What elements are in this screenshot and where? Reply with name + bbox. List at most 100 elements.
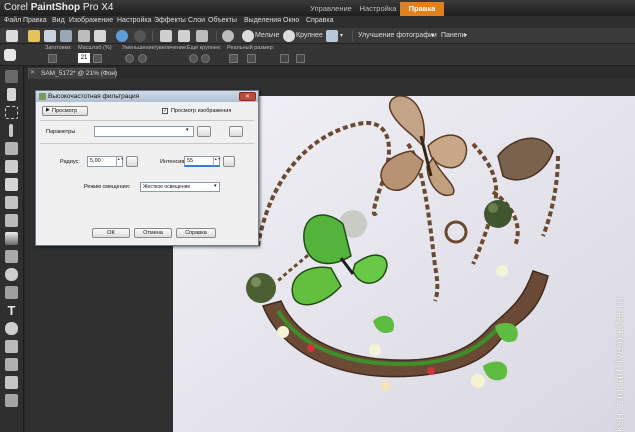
pick-tool-icon[interactable] — [7, 88, 16, 101]
scale-label: Масштаб (%) — [78, 45, 112, 51]
move-icon[interactable] — [280, 54, 289, 63]
intensity-slider-icon[interactable] — [223, 156, 235, 167]
help-button[interactable]: Справка — [176, 228, 216, 238]
blend-mode-dropdown[interactable]: Жесткое освещение — [140, 182, 220, 192]
scale-input[interactable]: 21 — [78, 53, 90, 63]
cancel-button[interactable]: Отмена — [134, 228, 172, 238]
chevron-down-icon[interactable]: ▾ — [464, 32, 467, 39]
chevron-down-icon[interactable]: ▾ — [431, 32, 434, 39]
zoom-in-small-icon[interactable] — [138, 54, 147, 63]
rotate-icon[interactable] — [196, 30, 208, 42]
actual-size-label: Реальный размер: — [227, 45, 275, 51]
dialog-divider — [40, 143, 254, 144]
dialog-title-bar[interactable]: Высокочастотная фильтрация — [36, 91, 258, 102]
document-close-icon[interactable]: ✕ — [30, 70, 36, 76]
picture-tube-icon[interactable] — [5, 394, 18, 407]
shape-tool-icon[interactable] — [5, 322, 18, 335]
warp-tool-icon[interactable] — [5, 250, 18, 263]
save-preset-icon[interactable] — [197, 126, 211, 137]
document-tab[interactable]: SAM_5172* @ 21% (Фон) — [28, 68, 118, 79]
pen-tool-icon[interactable] — [5, 340, 18, 353]
menu-help[interactable]: Справка — [306, 17, 333, 24]
print-icon[interactable] — [60, 30, 72, 42]
info-icon[interactable] — [222, 30, 234, 42]
menu-image[interactable]: Изображение — [69, 17, 113, 24]
menu-view[interactable]: Вид — [52, 17, 65, 24]
menu-window[interactable]: Окно — [283, 17, 299, 24]
crop-icon[interactable] — [160, 30, 172, 42]
gradient-tool-icon[interactable] — [5, 232, 18, 245]
pan-tool-icon[interactable] — [5, 70, 18, 83]
dropper-tool-icon[interactable] — [9, 124, 13, 137]
menu-objects[interactable]: Объекты — [208, 17, 237, 24]
zoom-out-icon[interactable] — [242, 30, 254, 42]
dialog-close-button[interactable]: ✕ — [239, 92, 256, 101]
tab-edit[interactable]: Правка — [400, 2, 444, 16]
menu-adjust[interactable]: Настройка — [117, 17, 151, 24]
screen-icon[interactable] — [326, 30, 338, 42]
fill-tool-icon[interactable] — [5, 286, 18, 299]
open-folder-icon[interactable] — [28, 30, 40, 42]
watermark-text: ksu-handart.livemaster.ru — [612, 297, 626, 432]
radius-label: Радиус: — [60, 159, 80, 165]
menu-file[interactable]: Файл — [4, 17, 21, 24]
document-tab-label: SAM_5172* @ 21% (Фон) — [41, 70, 118, 77]
fit-window-icon[interactable] — [247, 54, 256, 63]
chevron-down-icon[interactable]: ▾ — [340, 32, 343, 39]
presets-dropdown[interactable] — [48, 54, 57, 63]
larger-label: Еще крупнее: — [187, 45, 222, 51]
straighten-tool-icon[interactable] — [5, 160, 18, 173]
undo-icon[interactable] — [116, 30, 128, 42]
copy-icon[interactable] — [78, 30, 90, 42]
preview-image-checkbox[interactable]: ✓ — [162, 108, 168, 114]
panels-menu[interactable]: Панели — [441, 32, 465, 39]
high-pass-filter-dialog: Высокочастотная фильтрация ✕ Просмотр ▶ … — [35, 90, 259, 246]
clone-tool-icon[interactable] — [5, 196, 18, 209]
radius-slider-icon[interactable] — [126, 156, 138, 167]
menu-selections[interactable]: Выделения — [244, 17, 281, 24]
text-tool-icon[interactable]: T — [5, 304, 18, 317]
tab-manage[interactable]: Управление — [306, 2, 356, 16]
zoom-more-out-icon[interactable] — [189, 54, 198, 63]
menu-layers[interactable]: Слои — [188, 17, 205, 24]
red-eye-tool-icon[interactable] — [5, 178, 18, 191]
eraser-tool-icon[interactable] — [5, 376, 18, 389]
zoom-in-icon[interactable] — [283, 30, 295, 42]
crop-tool-icon[interactable] — [5, 142, 18, 155]
resize-icon[interactable] — [178, 30, 190, 42]
zoom-more-in-icon[interactable] — [201, 54, 210, 63]
chevron-down-icon[interactable]: ▾ — [214, 183, 217, 189]
chevron-down-icon[interactable]: ▾ — [186, 127, 189, 133]
selection-tool-icon[interactable] — [5, 106, 18, 119]
preview-image-label: Просмотр изображения — [171, 108, 232, 114]
lighten-tool-icon[interactable] — [5, 268, 18, 281]
tab-adjust[interactable]: Настройка — [356, 2, 400, 16]
redo-icon[interactable] — [134, 30, 146, 42]
dialog-divider — [40, 120, 254, 121]
params-dropdown[interactable] — [94, 126, 194, 137]
grid-icon[interactable] — [296, 54, 305, 63]
dialog-title: Высокочастотная фильтрация — [48, 93, 140, 100]
intensity-spinner[interactable]: ▲▼ — [213, 157, 221, 166]
reset-preset-icon[interactable] — [229, 126, 243, 137]
brush-tool-icon[interactable] — [5, 214, 18, 227]
menu-edit[interactable]: Правка — [23, 17, 47, 24]
paste-icon[interactable] — [94, 30, 106, 42]
logo-name: PaintShop — [30, 2, 81, 13]
new-file-icon[interactable] — [6, 30, 18, 42]
zoom-out-button[interactable]: Мельче — [255, 32, 279, 39]
enhance-photo-menu[interactable]: Улучшение фотографии — [358, 32, 437, 39]
scale-spinner[interactable] — [93, 54, 102, 63]
zoom-in-button[interactable]: Крупнее — [296, 32, 323, 39]
actual-size-icon[interactable] — [229, 54, 238, 63]
title-bar: Corel PaintShop Pro X4 Управление Настро… — [0, 0, 635, 16]
menu-effects[interactable]: Эффекты — [154, 17, 186, 24]
radius-spinner[interactable]: ▲▼ — [116, 157, 124, 166]
zoom-out-small-icon[interactable] — [125, 54, 134, 63]
toolbar-separator — [152, 31, 153, 41]
app-window: Corel PaintShop Pro X4 Управление Настро… — [0, 0, 635, 432]
ok-button[interactable]: ОК — [92, 228, 130, 238]
smudge-tool-icon[interactable] — [5, 358, 18, 371]
save-icon[interactable] — [44, 30, 56, 42]
zoom-inout-label: Уменьшение/увеличение: — [122, 45, 188, 51]
